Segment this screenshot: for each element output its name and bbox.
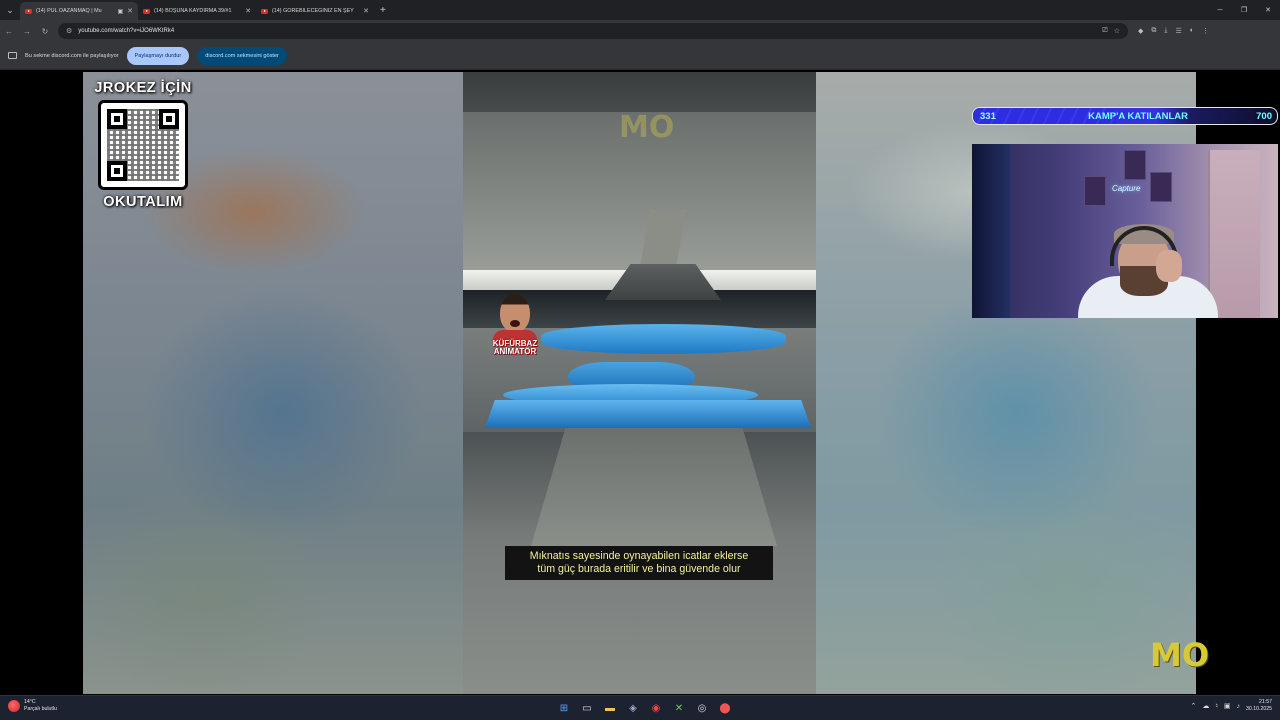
stop-sharing-button[interactable]: Paylaşmayı durdur	[126, 46, 190, 65]
tab-title: (14) GÖREBİLECEĞİNİZ EN ŞEY	[272, 8, 354, 14]
camp-label: KAMP'A KATILANLAR	[1088, 110, 1189, 122]
address-bar[interactable]: ⚙ youtube.com/watch?v=iJO6WKtRk4 ⎚ ☆	[58, 23, 1128, 39]
audio-playing-icon[interactable]: ▣	[117, 8, 123, 15]
discord-icon[interactable]: ⬤	[717, 700, 733, 716]
qr-title: JROKEZ İÇİN	[94, 80, 192, 96]
forward-icon[interactable]: →	[18, 27, 36, 36]
qr-finder	[107, 161, 127, 181]
show-discord-tab-button[interactable]: discord.com sekmesini göster	[197, 46, 287, 65]
tab-search-icon[interactable]: ⌄	[0, 0, 20, 20]
camp-current-count: 331	[980, 110, 996, 122]
qr-finder	[159, 109, 179, 129]
close-tab-icon[interactable]: ✕	[363, 7, 369, 15]
minimize-icon[interactable]: ─	[1208, 0, 1232, 20]
chrome-icon[interactable]: ◉	[648, 700, 664, 716]
qr-finder	[107, 109, 127, 129]
tab-title: (14) PUL OAZANMAQ | Mu	[36, 8, 102, 14]
close-tab-icon[interactable]: ✕	[127, 7, 133, 15]
subtitle-caption: Mıknatıs sayesinde oynayabilen icatlar e…	[505, 546, 773, 580]
screen-share-bar: Bu sekme discord.com ile paylaşılıyor Pa…	[0, 42, 1280, 70]
webcam-poster	[1124, 150, 1146, 180]
tab-title: (14) BOŞUNA KAYDIRMA 39/#1	[154, 8, 232, 14]
webcam-poster	[1084, 176, 1106, 206]
url-text: youtube.com/watch?v=iJO6WKtRk4	[78, 28, 175, 34]
youtube-icon	[261, 8, 268, 14]
steam-icon[interactable]: ◈	[625, 700, 641, 716]
concrete-pedestal	[531, 428, 777, 546]
task-view-icon[interactable]: ▭	[579, 700, 595, 716]
webcam-curtain	[972, 144, 1010, 318]
maximize-icon[interactable]: ❐	[1232, 0, 1256, 20]
weather-desc: Parçalı bulutlu	[24, 706, 57, 712]
screen: ⌄ (14) PUL OAZANMAQ | Mu ▣ ✕ (14) BOŞUNA…	[0, 0, 1280, 720]
windows-start-icon[interactable]: ⊞	[556, 700, 572, 716]
weather-widget[interactable]: 14°C Parçalı bulutlu	[8, 699, 57, 713]
reload-icon[interactable]: ↻	[36, 27, 54, 36]
tray-chevron-icon[interactable]: ⌃	[1191, 702, 1197, 710]
close-tab-icon[interactable]: ✕	[245, 7, 251, 15]
shorts-video[interactable]: MO KÜFÜRBAZ ANİMATÖR Mıknatıs sayesinde …	[463, 72, 816, 694]
file-explorer-icon[interactable]: ▬	[602, 700, 618, 716]
new-tab-icon[interactable]: +	[380, 5, 386, 16]
qr-code	[98, 100, 188, 190]
close-window-icon[interactable]: ✕	[1256, 0, 1280, 20]
animator-label: KÜFÜRBAZ ANİMATÖR	[487, 340, 543, 356]
camp-progress-bar: 331 KAMP'A KATILANLAR 700	[972, 107, 1278, 125]
bookmark-star-icon[interactable]: ☆	[1114, 27, 1120, 35]
toolbar-icons: ◆ ⧉ ⤓ ☰ ◐ ⋮	[1138, 27, 1209, 35]
isolator-base-plate	[485, 400, 811, 428]
qr-overlay: JROKEZ İÇİN OKUTALIM	[92, 80, 194, 210]
isolator-top-plate	[541, 324, 786, 354]
xbox-icon[interactable]: ✕	[671, 700, 687, 716]
tab-strip: ⌄ (14) PUL OAZANMAQ | Mu ▣ ✕ (14) BOŞUNA…	[0, 0, 1280, 20]
cast-icon[interactable]: ⎚	[1102, 27, 1108, 35]
extension-icon[interactable]: ◆	[1138, 27, 1143, 35]
clock-date: 30.10.2025	[1246, 706, 1272, 712]
browser-toolbar: ← → ↻ ⚙ youtube.com/watch?v=iJO6WKtRk4 ⎚…	[0, 20, 1280, 42]
caption-line-2: tüm güç burada eritilir ve bina güvende …	[537, 563, 741, 575]
clock-time: 21:57	[1259, 699, 1272, 705]
clock[interactable]: 21:57 30.10.2025	[1246, 699, 1272, 713]
windows-taskbar: 14°C Parçalı bulutlu ⊞ ▭ ▬ ◈ ◉ ✕ ◎ ⬤ ⌃ ☁…	[0, 695, 1280, 720]
caption-line-1: Mıknatıs sayesinde oynayabilen icatlar e…	[529, 550, 749, 562]
network-icon[interactable]: ▣	[1224, 702, 1231, 710]
video-viewport[interactable]: MO KÜFÜRBAZ ANİMATÖR Mıknatıs sayesinde …	[0, 70, 1280, 694]
streamer-hand	[1156, 250, 1182, 282]
youtube-icon	[25, 8, 32, 14]
taskbar-apps: ⊞ ▭ ▬ ◈ ◉ ✕ ◎ ⬤	[556, 700, 733, 716]
animator-mouth	[510, 320, 520, 327]
streamer-webcam: Capture	[972, 144, 1278, 318]
weather-icon	[8, 700, 20, 712]
webcam-poster	[1150, 172, 1172, 202]
webcam-neon-sign: Capture	[1112, 184, 1141, 193]
microphone-icon[interactable]: ♮	[1215, 702, 1218, 710]
weather-temp: 14°C	[24, 699, 36, 705]
share-message: Bu sekme discord.com ile paylaşılıyor	[25, 52, 119, 59]
animator-sticker: KÜFÜRBAZ ANİMATÖR	[487, 290, 543, 362]
back-icon[interactable]: ←	[0, 27, 18, 36]
tab-1[interactable]: (14) PUL OAZANMAQ | Mu ▣ ✕	[20, 2, 138, 20]
weather-text: 14°C Parçalı bulutlu	[24, 699, 57, 713]
window-controls: ─ ❐ ✕	[1208, 0, 1280, 20]
menu-icon[interactable]: ⋮	[1202, 27, 1209, 35]
profile-icon[interactable]: ◐	[1190, 27, 1194, 35]
obs-icon[interactable]: ◎	[694, 700, 710, 716]
corner-watermark-logo: MO	[1150, 636, 1210, 674]
download-icon[interactable]: ⤓	[1164, 27, 1167, 35]
watermark-logo: MO	[619, 110, 675, 145]
screen-share-icon	[8, 52, 17, 59]
tab-groups-icon[interactable]: ☰	[1176, 27, 1182, 35]
tab-3[interactable]: (14) GÖREBİLECEĞİNİZ EN ŞEY ✕	[256, 2, 374, 20]
camp-goal-count: 700	[1256, 110, 1272, 122]
onedrive-icon[interactable]: ☁	[1202, 702, 1209, 710]
tab-2[interactable]: (14) BOŞUNA KAYDIRMA 39/#1 ✕	[138, 2, 256, 20]
site-info-icon[interactable]: ⚙	[66, 27, 72, 35]
animator-label-line2: ANİMATÖR	[493, 347, 537, 356]
puzzle-icon[interactable]: ⧉	[1151, 27, 1156, 35]
qr-subtitle: OKUTALIM	[103, 194, 183, 210]
system-tray: ⌃ ☁ ♮ ▣ ♪ 21:57 30.10.2025	[1191, 699, 1272, 713]
youtube-icon	[143, 8, 150, 14]
volume-icon[interactable]: ♪	[1237, 703, 1241, 710]
streamer	[1068, 218, 1218, 318]
